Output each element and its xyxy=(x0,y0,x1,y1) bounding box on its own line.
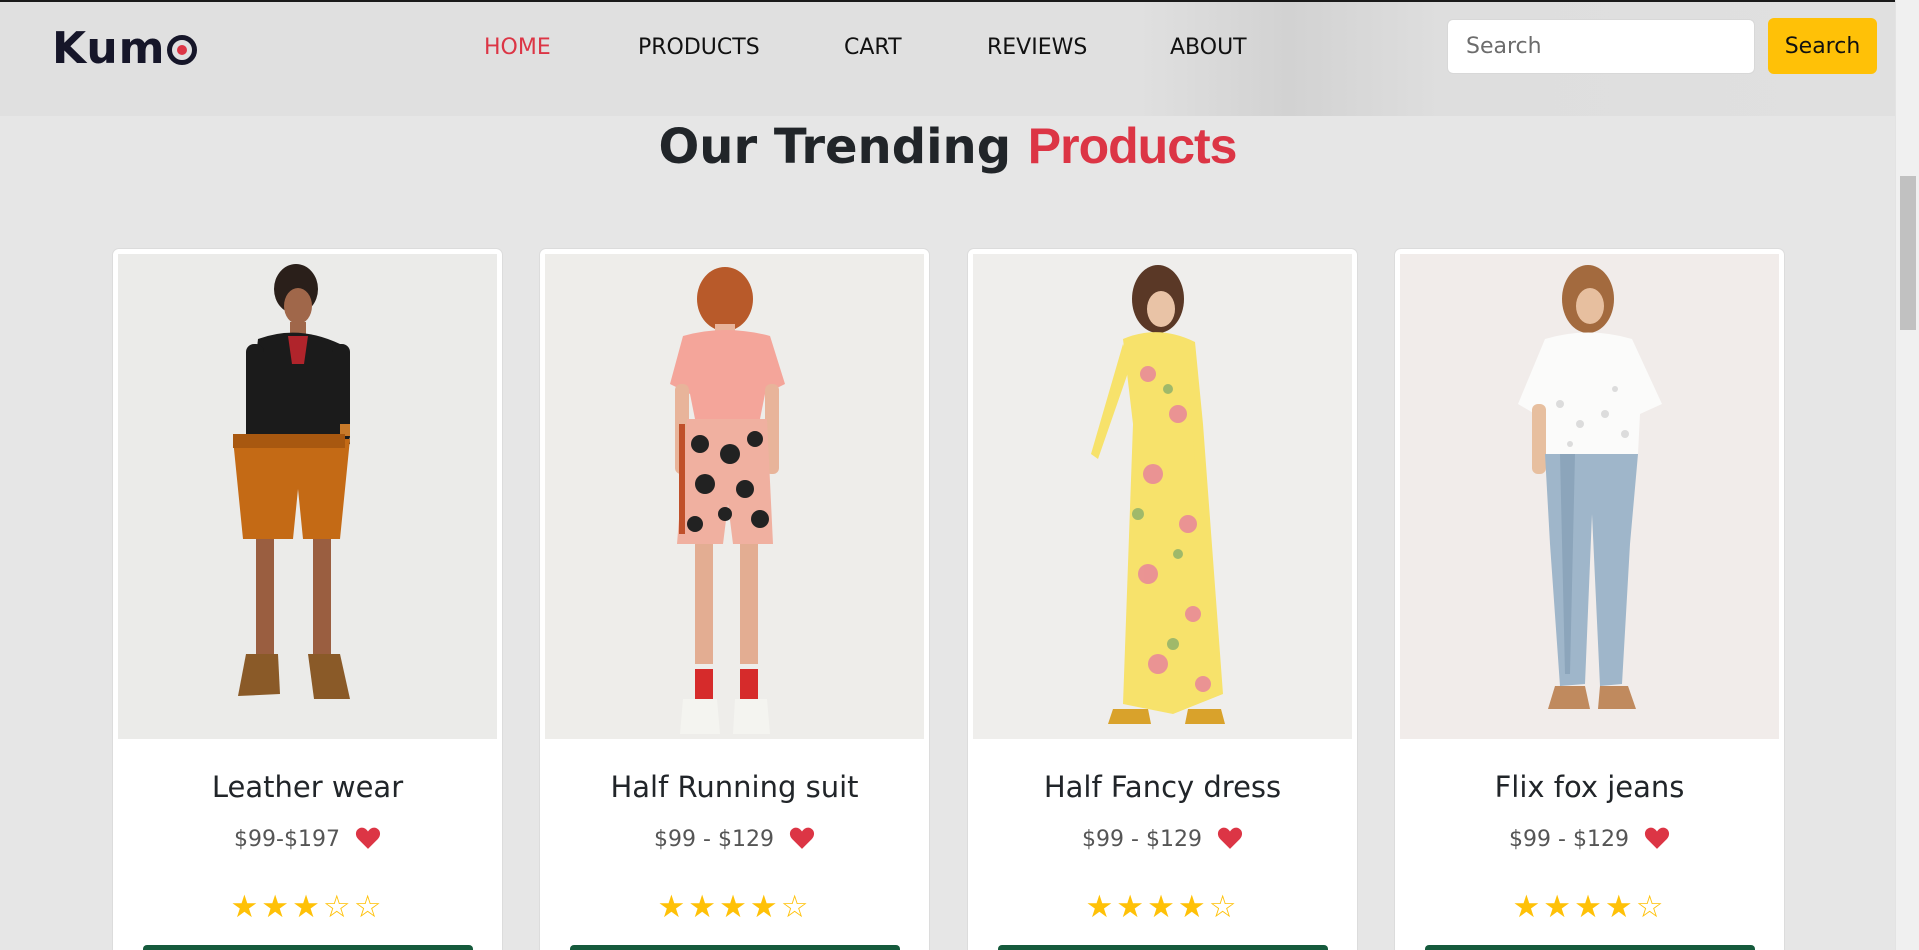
price-row: $99-$197 xyxy=(113,825,502,859)
rating-stars: ★★★★☆ xyxy=(1395,889,1784,925)
page: Kum HOME PRODUCTS CART REVIEWS ABOUT Sea… xyxy=(0,0,1919,950)
star-icon: ★ xyxy=(1147,889,1178,925)
section-title-accent: Products xyxy=(1027,118,1238,174)
section-title-main: Our Trending xyxy=(658,119,1028,175)
product-photo-half-running-suit xyxy=(545,254,924,739)
product-title[interactable]: Flix fox jeans xyxy=(1395,767,1784,807)
logo-dot-icon xyxy=(166,35,197,65)
price-row: $99 - $129 xyxy=(968,825,1357,859)
star-outline-icon: ☆ xyxy=(322,889,354,925)
add-to-cart-button[interactable] xyxy=(570,945,900,950)
nav-products[interactable]: PRODUCTS xyxy=(638,30,760,66)
scrollbar[interactable] xyxy=(1895,0,1919,950)
heart-icon[interactable] xyxy=(1217,826,1243,859)
star-outline-icon: ☆ xyxy=(780,889,812,925)
scrollbar-thumb[interactable] xyxy=(1900,176,1916,330)
star-outline-icon: ☆ xyxy=(1208,889,1240,925)
star-outline-icon: ☆ xyxy=(1635,889,1667,925)
product-card[interactable]: Flix fox jeans $99 - $129 ★★★★☆ xyxy=(1394,248,1785,950)
star-icon: ★ xyxy=(1177,889,1209,925)
product-price: $99-$197 xyxy=(234,827,340,852)
product-title[interactable]: Half Running suit xyxy=(540,767,929,807)
rating-stars: ★★★★☆ xyxy=(968,889,1357,925)
product-price: $99 - $129 xyxy=(654,827,774,852)
product-card[interactable]: Leather wear $99-$197 ★★★☆☆ xyxy=(112,248,503,950)
star-icon: ★ xyxy=(657,889,689,925)
heart-icon[interactable] xyxy=(355,826,381,859)
product-photo-flix-fox-jeans xyxy=(1400,254,1779,739)
nav-home[interactable]: HOME xyxy=(484,30,551,66)
star-outline-icon: ☆ xyxy=(353,889,385,925)
star-icon: ★ xyxy=(1574,889,1605,925)
star-icon: ★ xyxy=(230,889,262,925)
search-input[interactable] xyxy=(1447,19,1755,74)
star-icon: ★ xyxy=(719,889,750,925)
add-to-cart-button[interactable] xyxy=(1425,945,1755,950)
star-icon: ★ xyxy=(1512,889,1544,925)
nav-reviews[interactable]: REVIEWS xyxy=(987,30,1087,66)
product-title[interactable]: Half Fancy dress xyxy=(968,767,1357,807)
star-icon: ★ xyxy=(1116,889,1148,925)
section-title: Our Trending Products xyxy=(0,116,1895,177)
product-card[interactable]: Half Fancy dress $99 - $129 ★★★★☆ xyxy=(967,248,1358,950)
product-photo-half-fancy-dress xyxy=(973,254,1352,739)
star-icon: ★ xyxy=(749,889,781,925)
rating-stars: ★★★☆☆ xyxy=(113,889,502,925)
product-image[interactable] xyxy=(1400,254,1779,739)
star-icon: ★ xyxy=(261,889,293,925)
nav-cart[interactable]: CART xyxy=(844,30,902,66)
product-image[interactable] xyxy=(545,254,924,739)
heart-icon[interactable] xyxy=(789,826,815,859)
product-card[interactable]: Half Running suit $99 - $129 ★★★★☆ xyxy=(539,248,930,950)
add-to-cart-button[interactable] xyxy=(998,945,1328,950)
product-image[interactable] xyxy=(973,254,1352,739)
product-title[interactable]: Leather wear xyxy=(113,767,502,807)
logo-text: Kum xyxy=(52,23,166,74)
product-price: $99 - $129 xyxy=(1082,827,1202,852)
search-button[interactable]: Search xyxy=(1768,18,1877,74)
rating-stars: ★★★★☆ xyxy=(540,889,929,925)
heart-icon[interactable] xyxy=(1644,826,1670,859)
logo[interactable]: Kum xyxy=(52,22,197,76)
add-to-cart-button[interactable] xyxy=(143,945,473,950)
star-icon: ★ xyxy=(292,889,323,925)
star-icon: ★ xyxy=(1085,889,1117,925)
nav-about[interactable]: ABOUT xyxy=(1170,30,1247,66)
navbar: Kum HOME PRODUCTS CART REVIEWS ABOUT Sea… xyxy=(0,0,1895,116)
product-image[interactable] xyxy=(118,254,497,739)
star-icon: ★ xyxy=(1604,889,1636,925)
star-icon: ★ xyxy=(688,889,720,925)
star-icon: ★ xyxy=(1543,889,1575,925)
product-photo-leather-wear xyxy=(118,254,497,739)
price-row: $99 - $129 xyxy=(540,825,929,859)
price-row: $99 - $129 xyxy=(1395,825,1784,859)
product-price: $99 - $129 xyxy=(1509,827,1629,852)
